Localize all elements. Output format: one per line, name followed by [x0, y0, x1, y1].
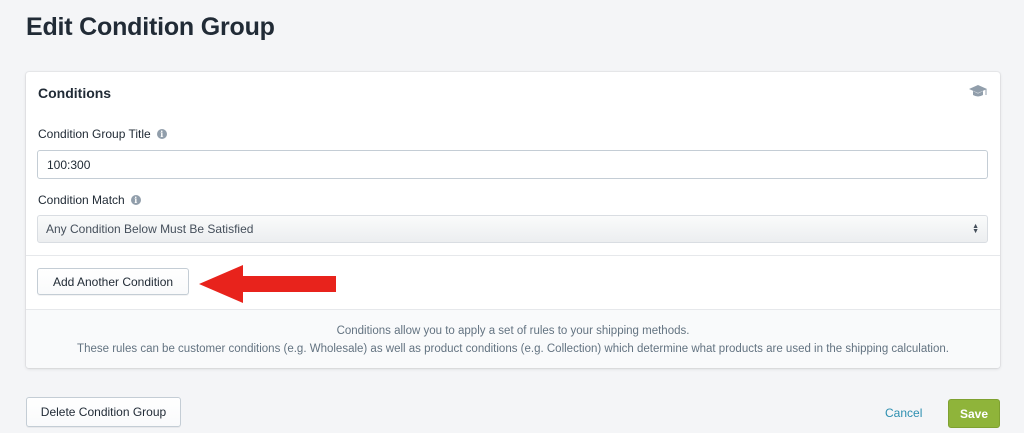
add-another-condition-button[interactable]: Add Another Condition [37, 268, 189, 295]
conditions-card: Conditions Condition Group Title i Condi… [26, 72, 1000, 368]
delete-condition-group-button[interactable]: Delete Condition Group [26, 397, 181, 427]
graduation-cap-icon[interactable] [968, 84, 988, 100]
divider [26, 309, 1000, 310]
info-icon[interactable]: i [130, 195, 141, 205]
save-button[interactable]: Save [948, 399, 1000, 428]
help-text: Conditions allow you to apply a set of r… [26, 322, 1000, 358]
select-arrows-icon: ▲ ▼ [972, 223, 979, 235]
card-title: Conditions [38, 85, 112, 101]
cancel-link[interactable]: Cancel [885, 406, 922, 420]
help-line-2: These rules can be customer conditions (… [77, 343, 949, 355]
condition-match-select[interactable]: Any Condition Below Must Be Satisfied ▲ ▼ [37, 215, 988, 243]
divider [26, 255, 1000, 256]
red-arrow-annotation [199, 265, 336, 303]
condition-match-label: Condition Match i [38, 193, 141, 207]
group-title-label: Condition Group Title i [38, 127, 167, 141]
select-value: Any Condition Below Must Be Satisfied [46, 222, 254, 236]
page-title: Edit Condition Group [26, 13, 275, 41]
help-area: Conditions allow you to apply a set of r… [26, 309, 1000, 368]
info-icon[interactable]: i [156, 129, 167, 139]
help-line-1: Conditions allow you to apply a set of r… [336, 325, 690, 337]
group-title-input[interactable] [37, 150, 988, 179]
